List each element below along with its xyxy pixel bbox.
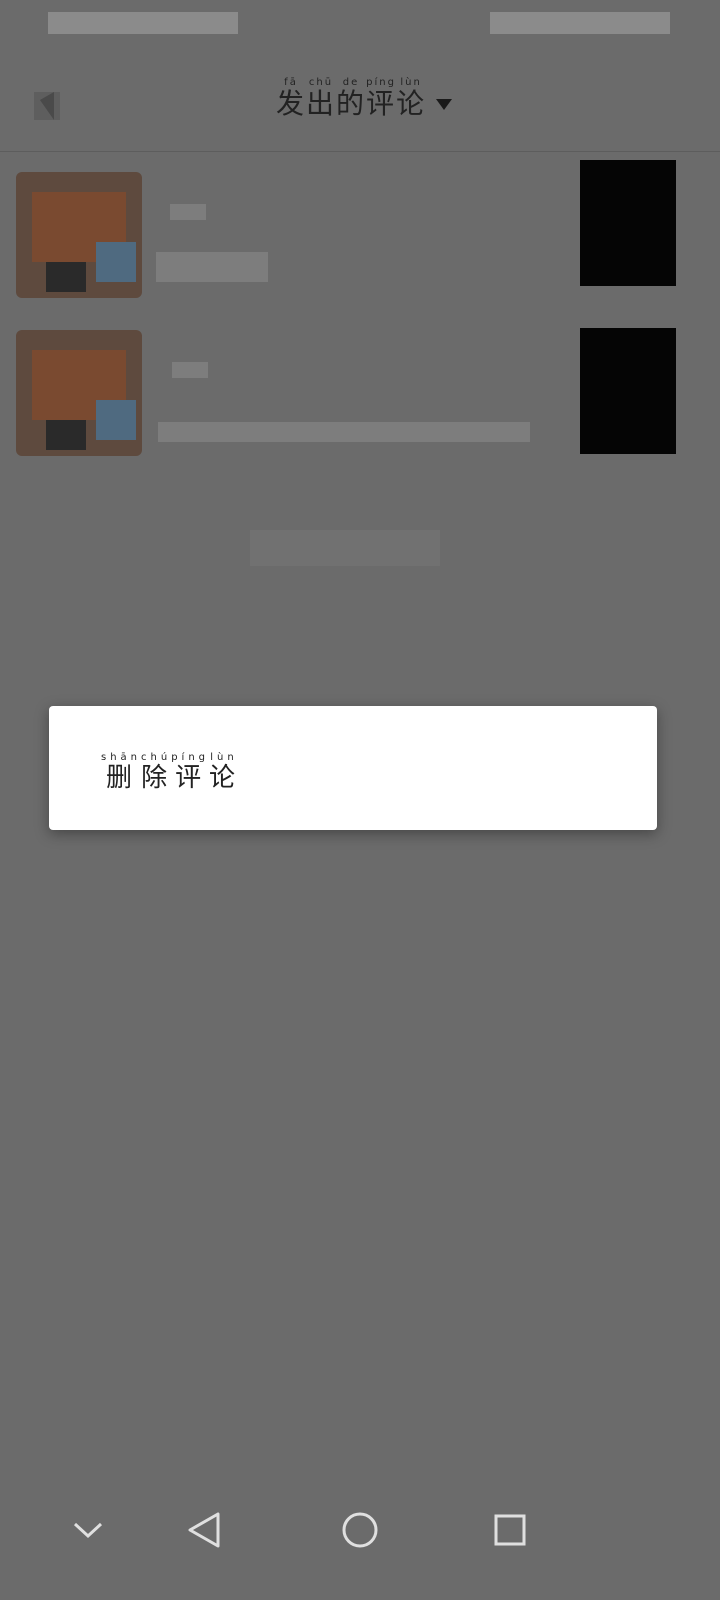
avatar[interactable] [16,172,142,298]
status-left-obscured [48,12,238,34]
obscured-comment-text [158,422,530,442]
delete-comment-option[interactable]: 删shān除chú评píng论lùn [101,744,239,794]
page-title[interactable]: 发fā出chū的de评píng论lùn [276,76,453,122]
back-nav-button[interactable] [174,1500,234,1560]
action-dialog: 删shān除chú评píng论lùn [49,706,657,830]
obscured-username [170,204,206,220]
back-arrow-icon [34,92,60,120]
comment-item[interactable] [0,160,720,300]
post-thumbnail[interactable] [580,160,676,286]
comment-item[interactable] [0,318,720,458]
back-button[interactable] [30,80,66,130]
collapse-chevron-icon [73,1522,103,1539]
page-title-text: 发fā出chū的de评píng论lùn [276,77,427,120]
back-triangle-icon [188,1512,220,1548]
obscured-meta [156,252,268,282]
header-divider [0,151,720,152]
avatar[interactable] [16,330,142,456]
dropdown-triangle-icon[interactable] [436,99,453,110]
obscured-footer-text [250,530,440,566]
recents-button[interactable] [480,1500,540,1560]
status-bar [0,0,720,52]
recents-square-icon [494,1514,526,1546]
status-right-obscured [490,12,670,34]
system-nav-bar [0,1480,720,1600]
home-circle-icon [342,1512,378,1548]
collapse-button[interactable] [58,1500,118,1560]
delete-comment-label: 删shān除chú评píng论lùn [101,752,239,793]
post-thumbnail[interactable] [580,328,676,454]
obscured-username [172,362,208,378]
home-button[interactable] [330,1500,390,1560]
